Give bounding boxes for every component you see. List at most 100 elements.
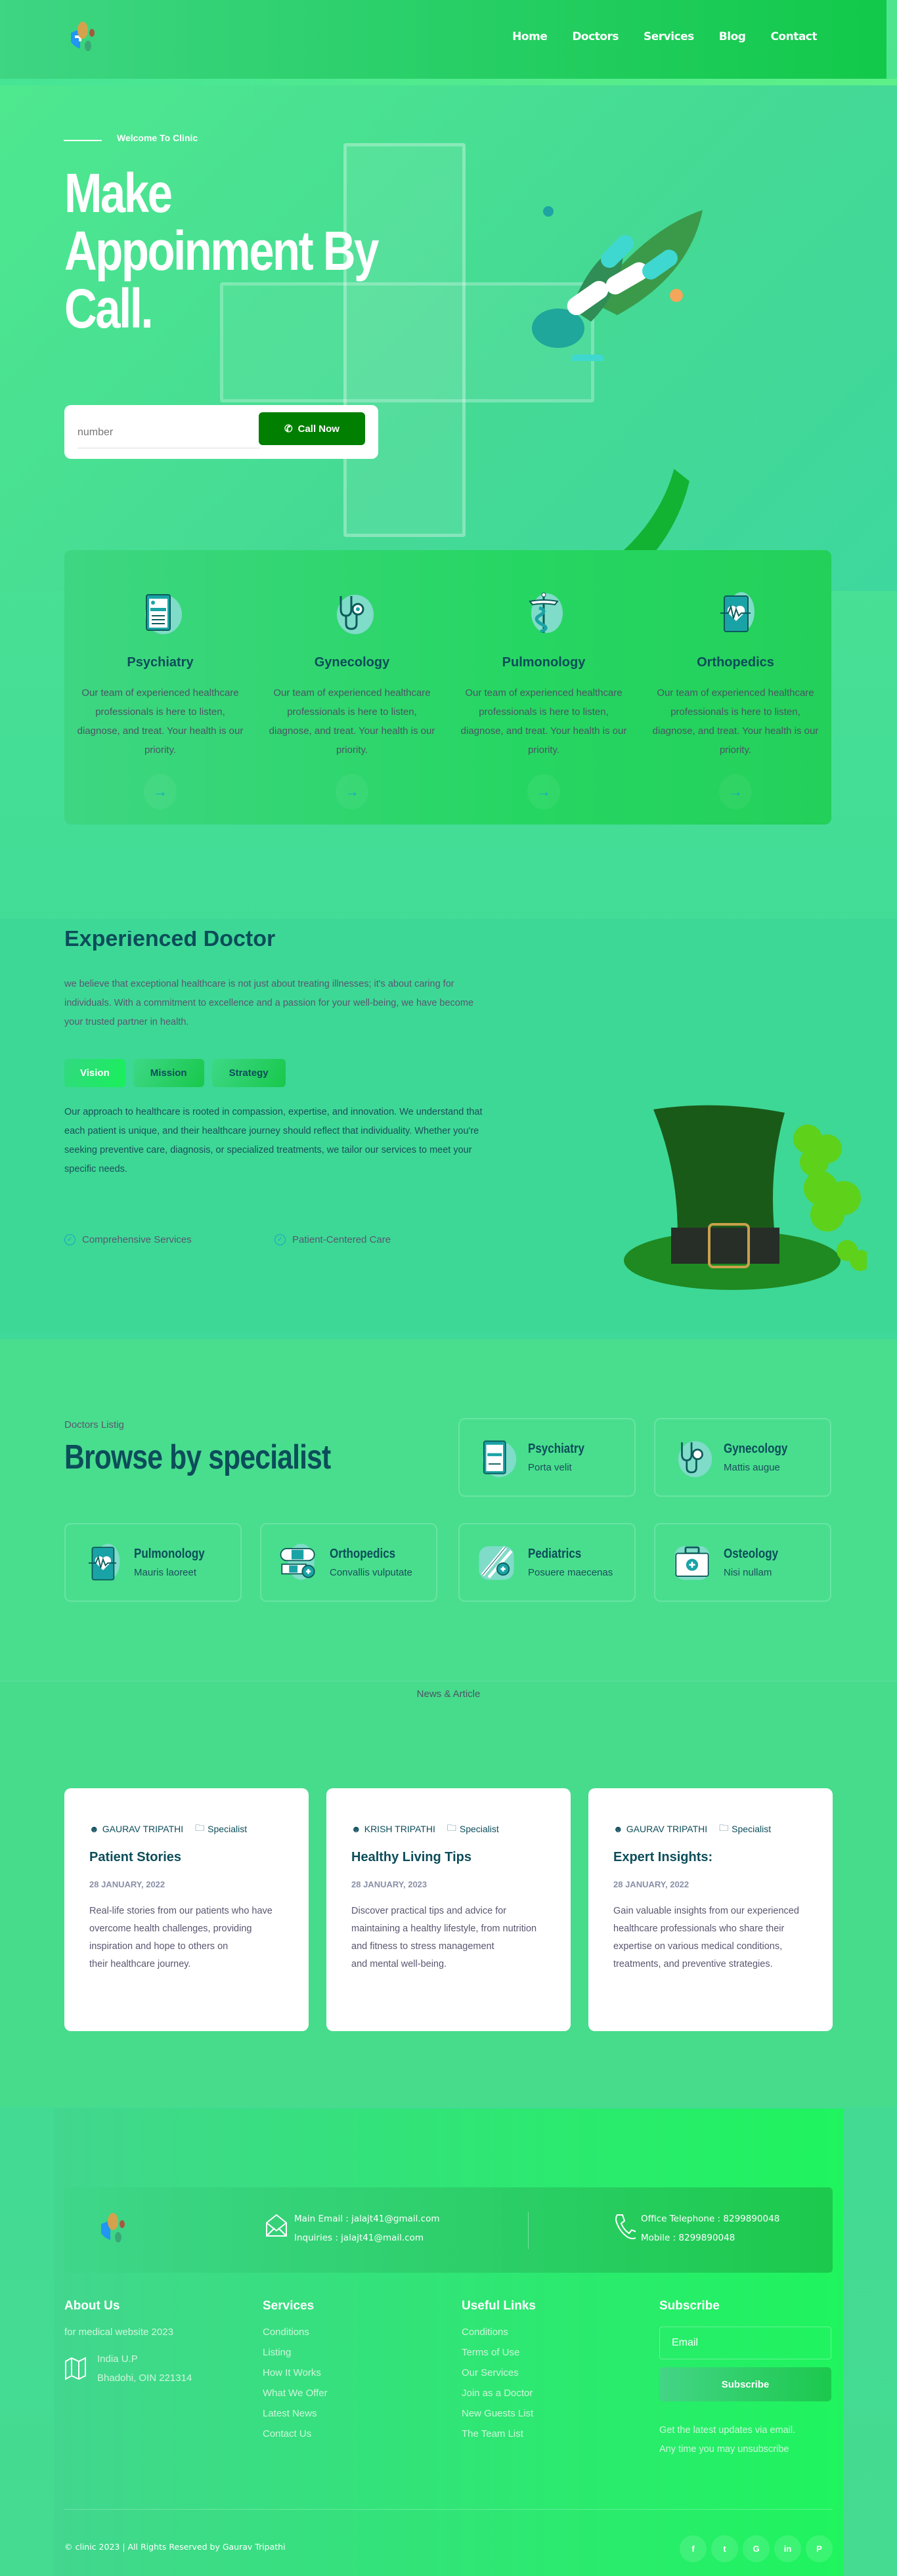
footer-link-our-services[interactable]: Our Services (462, 2367, 536, 2378)
specialist-section: Doctors Listig Browse by specialist Psyc… (0, 1339, 897, 1681)
news-card[interactable]: ☻ GAURAV TRIPATHI 🗀 Specialist Expert Insi… (588, 1788, 833, 2031)
news-author: GAURAV TRIPATHI (626, 1824, 708, 1834)
check-circle-icon: ✓ (64, 1234, 76, 1245)
tab-mission[interactable]: Mission (133, 1059, 204, 1087)
about-body: Our approach to healthcare is rooted in … (64, 1107, 483, 1174)
footer-link-latest-news[interactable]: Latest News (263, 2408, 328, 2419)
service-text: Our team of experienced healthcare profe… (460, 687, 627, 756)
clinic-logo[interactable] (96, 2211, 142, 2250)
user-icon: ☻ (613, 1824, 623, 1834)
news-card[interactable]: ☻ KRISH TRIPATHI 🗀 Specialist Healthy Livi… (326, 1788, 571, 2031)
footer-link-listing[interactable]: Listing (263, 2347, 328, 2358)
nav-blog[interactable]: Blog (719, 30, 746, 43)
service-arrow-button[interactable]: → (144, 774, 177, 809)
service-title: Orthopedics (697, 655, 774, 670)
footer-link-contact-us[interactable]: Contact Us (263, 2428, 328, 2439)
nav-contact[interactable]: Contact (770, 30, 817, 43)
linkedin-icon[interactable]: in (774, 2535, 801, 2562)
news-category: Specialist (208, 1824, 248, 1834)
user-icon: ☻ (89, 1824, 99, 1834)
inquiries-email[interactable]: Inquiries : jalajt41@mail.com (294, 2229, 440, 2248)
folder-icon: 🗀 (447, 1822, 456, 1833)
news-title[interactable]: Healthy Living Tips (351, 1850, 546, 1865)
subscribe-button[interactable]: Subscribe (659, 2367, 831, 2401)
call-now-button[interactable]: ✆ Call Now (259, 412, 365, 445)
footer-divider (64, 2509, 833, 2510)
specialist-sub: Posuere maecenas (528, 1567, 613, 1578)
service-arrow-button[interactable]: → (719, 774, 752, 809)
news-category: Specialist (459, 1824, 499, 1834)
bandage-icon (280, 1543, 315, 1580)
news-date: 28 JANUARY, 2023 (351, 1879, 427, 1889)
news-card[interactable]: ☻ GAURAV TRIPATHI 🗀 Specialist Patient Sto… (64, 1788, 309, 2031)
envelope-icon (266, 2214, 287, 2237)
address-block: India U.P Bhadohi, OIN 221314 (64, 2353, 192, 2384)
arrow-right-icon: → (153, 783, 167, 800)
service-text: Our team of experienced healthcare profe… (652, 687, 819, 756)
feature-label: Patient-Centered Care (292, 1234, 391, 1245)
footer-link-terms[interactable]: Terms of Use (462, 2347, 536, 2358)
nav-home[interactable]: Home (512, 30, 548, 43)
mobile-number[interactable]: Mobile : 8299890048 (641, 2229, 779, 2248)
footer-link-guests-list[interactable]: New Guests List (462, 2408, 536, 2419)
feature-item: ✓ Comprehensive Services (64, 1234, 222, 1245)
scalpel-icon (479, 1546, 514, 1580)
nav-doctors[interactable]: Doctors (572, 30, 619, 43)
news-title[interactable]: Expert Insights: (613, 1850, 808, 1865)
footer-link-team-list[interactable]: The Team List (462, 2428, 536, 2439)
subscribe-note: Get the latest updates via email. Any ti… (659, 2421, 831, 2459)
facebook-icon[interactable]: f (680, 2535, 707, 2562)
news-category: Specialist (732, 1824, 772, 1834)
news-date: 28 JANUARY, 2022 (89, 1879, 165, 1889)
specialist-card[interactable]: Orthopedics Convallis vulputate (260, 1523, 437, 1602)
feature-item: ✓ Patient-Centered Care (274, 1234, 432, 1245)
specialist-sub: Convallis vulputate (330, 1567, 412, 1578)
service-arrow-button[interactable]: → (527, 774, 560, 809)
footer-useful-links: Useful Links Conditions Terms of Use Our… (462, 2299, 536, 2439)
specialist-card[interactable]: Pulmonology Mauris laoreet (64, 1523, 242, 1602)
twitter-icon[interactable]: t (711, 2535, 738, 2562)
specialist-card[interactable]: Gynecology Mattis augue (654, 1418, 831, 1497)
specialist-sub: Nisi nullam (724, 1567, 772, 1578)
copyright: © clinic 2023 | All Rights Reserved by G… (64, 2542, 286, 2552)
arrow-right-icon: → (728, 783, 743, 800)
specialist-title: Browse by specialist (64, 1438, 331, 1476)
hero-title: Make Appoinment By Call. (64, 162, 379, 339)
service-text: Our team of experienced healthcare profe… (269, 687, 435, 756)
pinterest-icon[interactable]: P (806, 2535, 833, 2562)
footer-subscribe: Subscribe Subscribe Get the latest updat… (659, 2299, 831, 2459)
caduceus-icon (529, 592, 563, 633)
footer-link-join-doctor[interactable]: Join as a Doctor (462, 2388, 536, 2399)
news-section: News & Article ☻ GAURAV TRIPATHI 🗀 Special… (0, 1681, 897, 2107)
about-section: Experienced Doctor we believe that excep… (0, 919, 897, 1333)
office-telephone[interactable]: Office Telephone : 8299890048 (641, 2210, 779, 2229)
footer-useful-title: Useful Links (462, 2299, 536, 2313)
first-aid-kit-icon (674, 1546, 710, 1580)
footer-link-conditions[interactable]: Conditions (263, 2327, 328, 2338)
arrow-right-icon: → (345, 783, 359, 800)
news-title[interactable]: Patient Stories (89, 1850, 284, 1865)
subscribe-email-input[interactable] (659, 2327, 831, 2359)
map-icon (65, 2357, 86, 2380)
specialist-kicker: Doctors Listig (64, 1419, 124, 1430)
main-email[interactable]: Main Email : jalajt41@gmail.com (294, 2210, 440, 2229)
service-text: Our team of experienced healthcare profe… (77, 687, 244, 756)
feature-checks: ✓ Comprehensive Services ✓ Patient-Centere… (64, 1234, 432, 1245)
google-icon[interactable]: G (743, 2535, 770, 2562)
specialist-sub: Mauris laoreet (134, 1567, 197, 1578)
footer-link-conditions[interactable]: Conditions (462, 2327, 536, 2338)
specialist-card[interactable]: Pediatrics Posuere maecenas (458, 1523, 636, 1602)
specialist-card[interactable]: Osteology Nisi nullam (654, 1523, 831, 1602)
tab-strategy[interactable]: Strategy (211, 1059, 286, 1087)
nav-services[interactable]: Services (644, 30, 694, 43)
footer-link-what-we-offer[interactable]: What We Offer (263, 2388, 328, 2399)
footer-about-text: for medical website 2023 (64, 2327, 173, 2338)
tab-vision[interactable]: Vision (64, 1059, 125, 1087)
clinic-logo[interactable] (66, 20, 112, 59)
subscribe-note-line-2: Any time you may unsubscribe (659, 2444, 789, 2455)
phone-number-input[interactable] (77, 412, 260, 448)
footer-link-how-it-works[interactable]: How It Works (263, 2367, 328, 2378)
specialist-card[interactable]: Psychiatry Porta velit (458, 1418, 636, 1497)
service-arrow-button[interactable]: → (336, 774, 368, 809)
service-title: Gynecology (314, 655, 390, 670)
